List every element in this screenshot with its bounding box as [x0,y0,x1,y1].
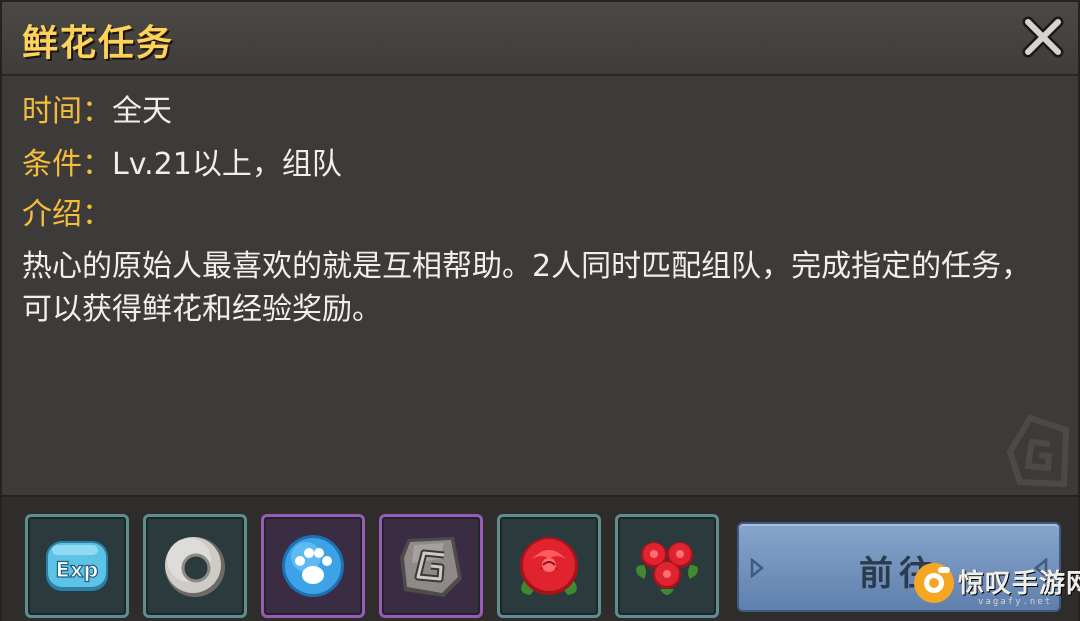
stone-ring-icon [165,537,225,597]
condition-value: Lv.21以上，组队 [112,147,342,182]
close-button[interactable] [1020,14,1066,60]
watermark-logo-icon [914,563,954,603]
reward-slot-exp[interactable]: Exp [25,514,129,618]
exp-icon-label: Exp [56,558,99,582]
blue-paw-icon [282,535,344,597]
reward-slot-red-rose[interactable] [497,514,601,618]
g-watermark-icon [1006,414,1070,488]
time-row: 时间：全天 [22,92,172,132]
reward-slot-blue-paw[interactable] [261,514,365,618]
intro-row: 介绍： [22,195,112,235]
dialog-title: 鲜花任务 [22,23,175,64]
site-watermark-logo: 惊叹手游网 vagafy.net [912,559,1080,615]
reward-slot-rose-bouquet[interactable] [615,514,719,618]
reward-slot-stone-ring[interactable] [143,514,247,618]
intro-text: 热心的原始人最喜欢的就是互相帮助。2人同时匹配组队，完成指定的任务，可以获得鲜花… [22,249,1032,327]
watermark-domain: vagafy.net [978,597,1053,607]
g-stone-icon [400,537,462,597]
exp-icon: Exp [46,541,108,591]
time-value: 全天 [112,94,172,129]
dialog-titlebar: 鲜花任务 [2,2,1078,76]
condition-label: 条件： [22,147,112,182]
time-label: 时间： [22,94,112,129]
watermark-text: 惊叹手游网 [958,569,1080,599]
close-icon [1022,16,1064,58]
reward-slot-g-stone[interactable] [379,514,483,618]
task-dialog: 鲜花任务 时间：全天 条件：Lv.21以上，组队 介绍： 热心的原始人最喜欢的就… [0,0,1080,621]
intro-label: 介绍： [22,197,112,232]
condition-row: 条件：Lv.21以上，组队 [22,145,342,185]
red-rose-icon [520,537,578,595]
rose-bouquet-icon [636,542,698,595]
